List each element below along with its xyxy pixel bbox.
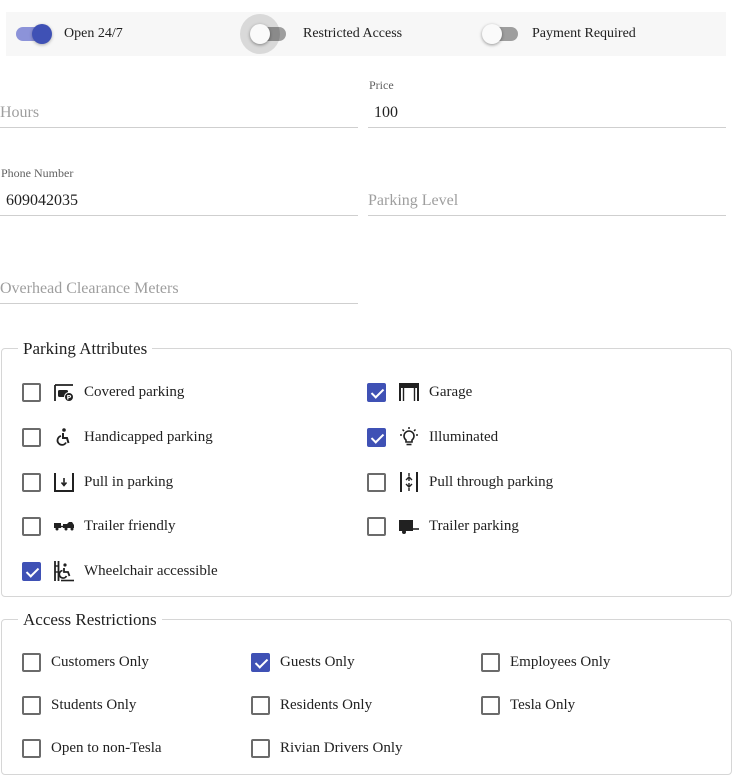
parking-attributes-group: Parking Attributes P Covered parking Gar… — [1, 339, 732, 597]
customers-only-checkbox[interactable] — [22, 652, 41, 672]
phone-number-label: Phone Number — [1, 166, 74, 180]
option-label: Trailer friendly — [84, 517, 176, 534]
covered-parking-icon: P — [53, 381, 75, 403]
toggle-thumb — [32, 24, 52, 44]
trailer-parking-checkbox[interactable] — [367, 516, 386, 536]
rivian-drivers-only-checkbox[interactable] — [251, 738, 270, 758]
pull-in-icon — [53, 471, 75, 493]
pull-in-parking-checkbox[interactable] — [22, 472, 41, 492]
overhead-clearance-field — [0, 254, 358, 314]
option-label: Employees Only — [510, 653, 611, 670]
tesla-only-option[interactable]: Tesla Only — [481, 693, 575, 717]
accessible-icon — [53, 426, 75, 448]
phone-number-input[interactable] — [0, 186, 358, 216]
toggle-thumb — [482, 24, 502, 44]
covered-parking-checkbox[interactable] — [22, 382, 41, 402]
payment-required-toggle[interactable]: Payment Required — [482, 12, 636, 56]
option-label: Wheelchair accessible — [84, 562, 218, 579]
wheelchair-ramp-icon — [53, 560, 75, 582]
toggle-label: Open 24/7 — [64, 26, 123, 41]
svg-text:P: P — [67, 393, 72, 401]
toggle-label: Payment Required — [532, 26, 636, 41]
option-label: Covered parking — [84, 383, 185, 400]
toggle-track — [482, 24, 518, 44]
overhead-clearance-input[interactable] — [0, 274, 358, 304]
option-label: Pull in parking — [84, 473, 174, 490]
parking-level-input[interactable] — [368, 186, 726, 216]
option-label: Customers Only — [51, 653, 149, 670]
toggle-row: Open 24/7 Restricted Access Payment Requ… — [6, 12, 726, 56]
option-label: Tesla Only — [510, 696, 576, 713]
trailer-friendly-option[interactable]: Trailer friendly — [22, 514, 176, 538]
toggle-label: Restricted Access — [303, 26, 403, 41]
toggle-thumb — [250, 24, 270, 44]
option-label: Garage — [429, 383, 473, 400]
students-only-option[interactable]: Students Only — [22, 693, 136, 717]
wheelchair-accessible-option[interactable]: Wheelchair accessible — [22, 559, 218, 583]
car-trailer-icon — [53, 515, 75, 537]
residents-only-checkbox[interactable] — [251, 695, 270, 715]
option-label: Open to non-Tesla — [51, 739, 162, 756]
parking-level-field — [368, 166, 726, 226]
trailer-icon — [398, 515, 420, 537]
option-label: Rivian Drivers Only — [280, 739, 403, 756]
wheelchair-accessible-checkbox[interactable] — [22, 561, 41, 581]
hours-field — [0, 78, 358, 138]
option-label: Illuminated — [429, 428, 499, 445]
open-24-7-toggle[interactable]: Open 24/7 — [16, 12, 123, 56]
price-field: Price — [368, 78, 726, 138]
parking-attributes-legend: Parking Attributes — [18, 339, 153, 359]
trailer-parking-option[interactable]: Trailer parking — [367, 514, 519, 538]
option-label: Handicapped parking — [84, 428, 213, 445]
toggle-track — [16, 24, 52, 44]
handicapped-parking-option[interactable]: Handicapped parking — [22, 425, 213, 449]
phone-number-field: Phone Number — [0, 166, 358, 226]
option-label: Pull through parking — [429, 473, 554, 490]
option-label: Residents Only — [280, 696, 373, 713]
students-only-checkbox[interactable] — [22, 695, 41, 715]
pull-through-icon — [398, 471, 420, 493]
hours-input[interactable] — [0, 98, 358, 128]
rivian-drivers-only-option[interactable]: Rivian Drivers Only — [251, 736, 402, 760]
guests-only-checkbox[interactable] — [251, 652, 270, 672]
option-label: Trailer parking — [429, 517, 519, 534]
pull-in-parking-option[interactable]: Pull in parking — [22, 470, 173, 494]
lightbulb-icon — [398, 426, 420, 448]
residents-only-option[interactable]: Residents Only — [251, 693, 372, 717]
garage-checkbox[interactable] — [367, 382, 386, 402]
access-restrictions-group: Access Restrictions Customers Only Guest… — [1, 610, 732, 775]
customers-only-option[interactable]: Customers Only — [22, 650, 149, 674]
handicapped-parking-checkbox[interactable] — [22, 427, 41, 447]
pull-through-parking-option[interactable]: Pull through parking — [367, 470, 553, 494]
employees-only-checkbox[interactable] — [481, 652, 500, 672]
access-restrictions-legend: Access Restrictions — [18, 610, 162, 630]
illuminated-option[interactable]: Illuminated — [367, 425, 498, 449]
restricted-access-toggle[interactable]: Restricted Access — [240, 12, 403, 56]
tesla-only-checkbox[interactable] — [481, 695, 500, 715]
pull-through-parking-checkbox[interactable] — [367, 472, 386, 492]
toggle-track — [240, 14, 286, 54]
price-label: Price — [369, 78, 394, 92]
illuminated-checkbox[interactable] — [367, 427, 386, 447]
garage-option[interactable]: Garage — [367, 380, 472, 404]
open-to-non-tesla-checkbox[interactable] — [22, 738, 41, 758]
open-to-non-tesla-option[interactable]: Open to non-Tesla — [22, 736, 162, 760]
covered-parking-option[interactable]: P Covered parking — [22, 380, 184, 404]
employees-only-option[interactable]: Employees Only — [481, 650, 610, 674]
garage-icon — [398, 381, 420, 403]
option-label: Guests Only — [280, 653, 355, 670]
trailer-friendly-checkbox[interactable] — [22, 516, 41, 536]
price-input[interactable] — [368, 98, 726, 128]
option-label: Students Only — [51, 696, 137, 713]
guests-only-option[interactable]: Guests Only — [251, 650, 355, 674]
